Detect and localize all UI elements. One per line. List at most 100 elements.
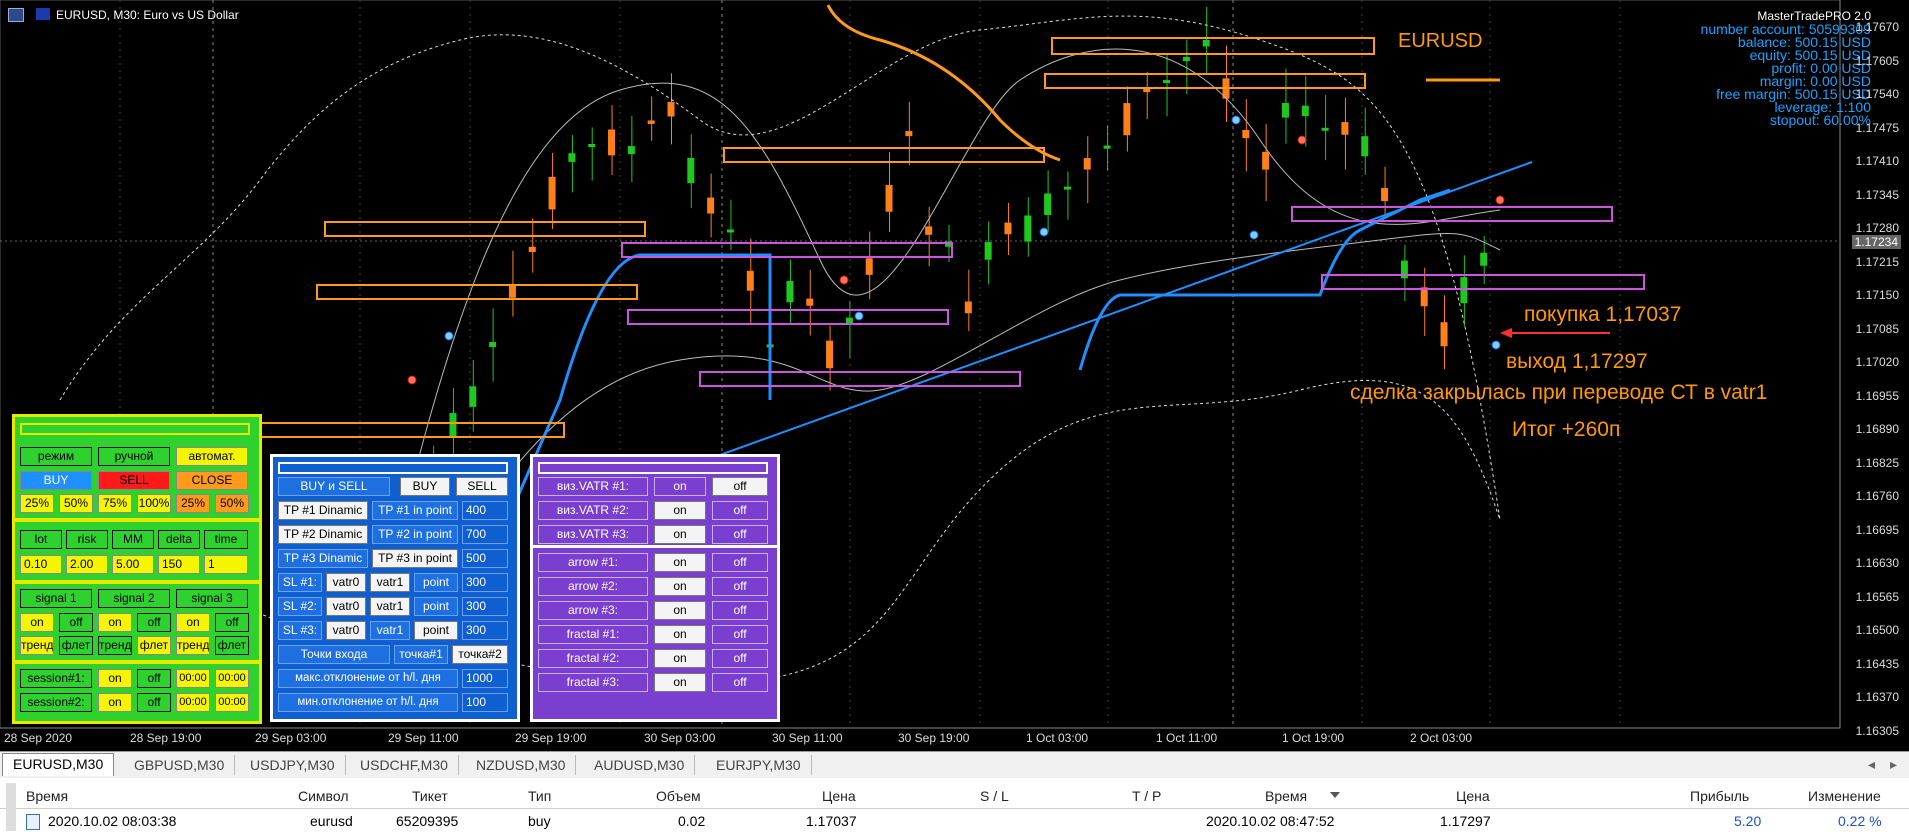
sell-button[interactable]: SELL bbox=[98, 471, 170, 490]
col-time-open[interactable]: Время bbox=[26, 788, 68, 804]
col-change[interactable]: Изменение bbox=[1808, 788, 1881, 804]
vis-on-button[interactable]: on bbox=[654, 649, 706, 668]
percent-100-button[interactable]: 100% bbox=[137, 494, 171, 513]
tab-usdchf[interactable]: USDCHF,M30 bbox=[350, 755, 459, 775]
mm-button[interactable]: MM bbox=[112, 530, 154, 549]
sl3-vatr1-button[interactable]: vatr1 bbox=[370, 621, 410, 640]
signal-2-flat[interactable]: флет bbox=[137, 636, 171, 655]
col-tp[interactable]: T / P bbox=[1132, 788, 1161, 804]
vis-on-button[interactable]: on bbox=[654, 625, 706, 644]
panel3-header[interactable] bbox=[538, 462, 768, 474]
entry-point-1-button[interactable]: точка#1 bbox=[394, 645, 448, 664]
sell-only-button[interactable]: SELL bbox=[456, 477, 508, 496]
sl2-vatr1-button[interactable]: vatr1 bbox=[370, 597, 410, 616]
vis-on-button[interactable]: on bbox=[654, 553, 706, 572]
max-deviation-input[interactable]: 1000 bbox=[462, 669, 508, 688]
close-button[interactable]: CLOSE bbox=[176, 471, 248, 490]
col-sl[interactable]: S / L bbox=[980, 788, 1009, 804]
col-price-open[interactable]: Цена bbox=[822, 788, 856, 804]
signal-3-trend[interactable]: тренд bbox=[176, 636, 210, 655]
panel1-header[interactable] bbox=[20, 423, 250, 435]
vis-on-button[interactable]: on bbox=[654, 501, 706, 520]
vis-off-button[interactable]: off bbox=[712, 501, 768, 520]
session-1-on[interactable]: on bbox=[98, 669, 132, 688]
percent-50-button[interactable]: 50% bbox=[59, 494, 93, 513]
sl1-vatr0-button[interactable]: vatr0 bbox=[326, 573, 366, 592]
vis-off-button[interactable]: off bbox=[712, 525, 768, 544]
vis-on-button[interactable]: on bbox=[654, 477, 706, 496]
session-2-off[interactable]: off bbox=[137, 693, 171, 712]
tp1-dynamic-button[interactable]: TP #1 Dinamic bbox=[278, 501, 368, 520]
signal-2-trend[interactable]: тренд bbox=[98, 636, 132, 655]
signal-2-on[interactable]: on bbox=[98, 613, 132, 632]
close-50-button[interactable]: 50% bbox=[215, 494, 249, 513]
tab-audusd[interactable]: AUDUSD,M30 bbox=[584, 755, 696, 775]
session-2-from[interactable]: 00:00 bbox=[176, 693, 210, 712]
mm-input[interactable]: 5.00 bbox=[112, 555, 154, 574]
manual-mode-button[interactable]: ручной bbox=[98, 447, 170, 466]
vis-on-button[interactable]: on bbox=[654, 673, 706, 692]
vis-on-button[interactable]: on bbox=[654, 577, 706, 596]
sl1-input[interactable]: 300 bbox=[462, 573, 508, 592]
tab-eurjpy[interactable]: EURJPY,M30 bbox=[706, 755, 812, 775]
signal-1-button[interactable]: signal 1 bbox=[20, 589, 92, 608]
tab-nzdusd[interactable]: NZDUSD,M30 bbox=[466, 755, 577, 775]
lot-input[interactable]: 0.10 bbox=[20, 555, 62, 574]
sl2-vatr0-button[interactable]: vatr0 bbox=[326, 597, 366, 616]
buy-and-sell-button[interactable]: BUY и SELL bbox=[278, 477, 390, 496]
sl1-point-button[interactable]: point bbox=[414, 573, 458, 592]
tp2-input[interactable]: 700 bbox=[462, 525, 508, 544]
vis-off-button[interactable]: off bbox=[712, 477, 768, 496]
signal-2-off[interactable]: off bbox=[137, 613, 171, 632]
col-ticket[interactable]: Тикет bbox=[412, 788, 448, 804]
session-1-from[interactable]: 00:00 bbox=[176, 669, 210, 688]
buy-button[interactable]: BUY bbox=[20, 471, 92, 490]
sl3-input[interactable]: 300 bbox=[462, 621, 508, 640]
min-deviation-input[interactable]: 100 bbox=[462, 693, 508, 712]
signal-3-off[interactable]: off bbox=[215, 613, 249, 632]
col-profit[interactable]: Прибыль bbox=[1690, 788, 1749, 804]
signal-3-flat[interactable]: флет bbox=[215, 636, 249, 655]
vis-off-button[interactable]: off bbox=[712, 601, 768, 620]
col-symbol[interactable]: Символ bbox=[298, 788, 348, 804]
tab-usdjpy[interactable]: USDJPY,M30 bbox=[240, 755, 346, 775]
close-25-button[interactable]: 25% bbox=[176, 494, 210, 513]
signal-3-on[interactable]: on bbox=[176, 613, 210, 632]
session-1-off[interactable]: off bbox=[137, 669, 171, 688]
sl2-point-button[interactable]: point bbox=[414, 597, 458, 616]
tp2-point-button[interactable]: TP #2 in point bbox=[372, 525, 458, 544]
tp3-dynamic-button[interactable]: TP #3 Dinamic bbox=[278, 549, 368, 568]
percent-75-button[interactable]: 75% bbox=[98, 494, 132, 513]
session-2-on[interactable]: on bbox=[98, 693, 132, 712]
signal-1-on[interactable]: on bbox=[20, 613, 54, 632]
vis-on-button[interactable]: on bbox=[654, 525, 706, 544]
panel2-header[interactable] bbox=[278, 462, 508, 474]
buy-only-button[interactable]: BUY bbox=[400, 477, 450, 496]
sl3-vatr0-button[interactable]: vatr0 bbox=[326, 621, 366, 640]
tp3-point-button[interactable]: TP #3 in point bbox=[372, 549, 458, 568]
vis-off-button[interactable]: off bbox=[712, 553, 768, 572]
signal-2-button[interactable]: signal 2 bbox=[98, 589, 170, 608]
entry-point-2-button[interactable]: точка#2 bbox=[452, 645, 508, 664]
col-volume[interactable]: Объем bbox=[656, 788, 701, 804]
sl2-input[interactable]: 300 bbox=[462, 597, 508, 616]
tab-eurusd[interactable]: EURUSD,M30 bbox=[2, 753, 115, 776]
vis-off-button[interactable]: off bbox=[712, 625, 768, 644]
col-type[interactable]: Тип bbox=[528, 788, 551, 804]
sl1-vatr1-button[interactable]: vatr1 bbox=[370, 573, 410, 592]
signal-1-off[interactable]: off bbox=[59, 613, 93, 632]
tp1-point-button[interactable]: TP #1 in point bbox=[372, 501, 458, 520]
signal-1-flat[interactable]: флет bbox=[59, 636, 93, 655]
vis-off-button[interactable]: off bbox=[712, 673, 768, 692]
delta-input[interactable]: 150 bbox=[158, 555, 200, 574]
session-2-to[interactable]: 00:00 bbox=[215, 693, 249, 712]
time-input[interactable]: 1 bbox=[204, 555, 248, 574]
tp1-input[interactable]: 400 bbox=[462, 501, 508, 520]
vis-off-button[interactable]: off bbox=[712, 649, 768, 668]
tabs-scroll-right-icon[interactable]: ▸ bbox=[1890, 756, 1897, 773]
percent-25-button[interactable]: 25% bbox=[20, 494, 54, 513]
tp3-input[interactable]: 500 bbox=[462, 549, 508, 568]
col-time-close[interactable]: Время bbox=[1265, 788, 1307, 804]
auto-mode-button[interactable]: автомат. bbox=[176, 447, 248, 466]
session-1-to[interactable]: 00:00 bbox=[215, 669, 249, 688]
